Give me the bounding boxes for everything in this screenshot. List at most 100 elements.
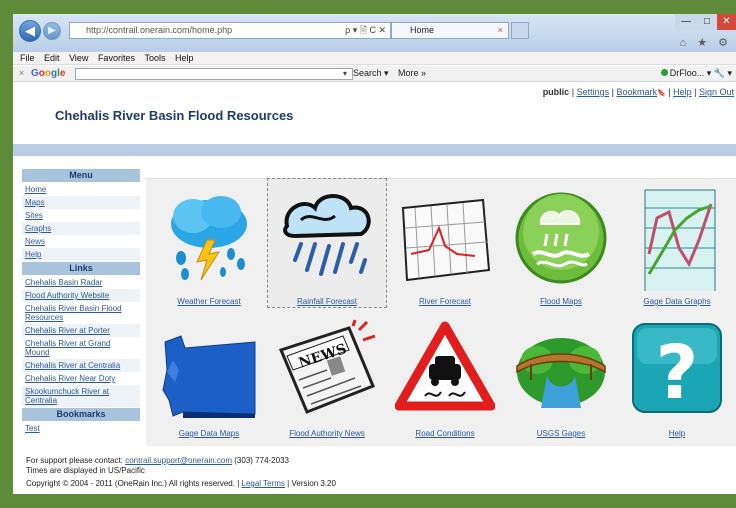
google-more-button[interactable]: More » bbox=[398, 66, 426, 81]
help-question-icon: ? bbox=[627, 317, 727, 423]
tile-label[interactable]: River Forecast bbox=[386, 297, 504, 306]
address-url: http://contrail.onerain.com/home.php bbox=[86, 25, 233, 35]
google-logo-letter: e bbox=[59, 68, 66, 79]
sidebar-link-flood-resources[interactable]: Chehalis River Basin Flood Resources bbox=[22, 302, 140, 324]
google-logo: Google bbox=[31, 66, 65, 81]
tile-label[interactable]: Flood Maps bbox=[502, 297, 620, 306]
sidebar-item-home[interactable]: Home bbox=[22, 183, 140, 196]
gage-graph-icon bbox=[627, 185, 727, 295]
forward-button[interactable]: ▶ bbox=[43, 22, 61, 40]
sign-out-link[interactable]: Sign Out bbox=[699, 87, 734, 97]
tile-label[interactable]: Flood Authority News bbox=[268, 429, 386, 438]
bridge-river-icon bbox=[511, 317, 611, 423]
tile-gage-data-maps[interactable]: Gage Data Maps bbox=[150, 313, 268, 441]
tile-label[interactable]: Road Conditions bbox=[386, 429, 504, 438]
sidebar-item-maps[interactable]: Maps bbox=[22, 196, 140, 209]
separator: | bbox=[571, 87, 575, 97]
sidebar-item-graphs[interactable]: Graphs bbox=[22, 222, 140, 235]
svg-text:?: ? bbox=[656, 330, 699, 416]
public-label: public bbox=[542, 87, 570, 97]
google-search-input[interactable] bbox=[75, 68, 353, 80]
tile-label[interactable]: Help bbox=[618, 429, 736, 438]
address-bar[interactable]: http://contrail.onerain.com/home.php ρ ▾… bbox=[69, 22, 391, 39]
slippery-road-sign-icon bbox=[394, 317, 496, 423]
tile-road-conditions[interactable]: Road Conditions bbox=[386, 313, 504, 441]
copyright-line: Copyright © 2004 - 2011 (OneRain Inc.) A… bbox=[26, 479, 336, 488]
flood-map-icon bbox=[511, 185, 611, 291]
google-search-button[interactable]: Search ▾ bbox=[353, 66, 389, 81]
tile-label[interactable]: Gage Data Maps bbox=[150, 429, 268, 438]
toolbar-icons[interactable]: ⌂ ★ ⚙ bbox=[680, 36, 732, 49]
tile-gage-data-graphs[interactable]: Gage Data Graphs bbox=[618, 181, 736, 309]
minimize-icon: — bbox=[681, 16, 691, 27]
tile-flood-maps[interactable]: Flood Maps bbox=[502, 181, 620, 309]
separator: | bbox=[668, 87, 671, 97]
google-toolbar-close-icon[interactable]: × bbox=[19, 66, 24, 81]
links-heading: Links bbox=[22, 262, 140, 275]
river-graph-icon bbox=[395, 185, 495, 291]
tile-label[interactable]: Weather Forecast bbox=[150, 297, 268, 306]
sidebar-item-help[interactable]: Help bbox=[22, 248, 140, 261]
menu-view[interactable]: View bbox=[69, 53, 88, 63]
support-email-link[interactable]: contrail.support@onerain.com bbox=[125, 456, 232, 465]
legal-terms-link[interactable]: Legal Terms bbox=[242, 479, 285, 488]
menu-heading: Menu bbox=[22, 169, 140, 182]
menu-help[interactable]: Help bbox=[175, 53, 194, 63]
menu-edit[interactable]: Edit bbox=[44, 53, 60, 63]
sidebar-item-news[interactable]: News bbox=[22, 235, 140, 248]
sidebar-link-grand-mound[interactable]: Chehalis River at Grand Mound bbox=[22, 337, 140, 359]
tile-help[interactable]: ? Help bbox=[618, 313, 736, 441]
sidebar-link-flood-authority[interactable]: Flood Authority Website bbox=[22, 289, 140, 302]
tab-close-icon[interactable]: × bbox=[498, 23, 503, 38]
sidebar-link-centralia[interactable]: Chehalis River at Centralia bbox=[22, 359, 140, 372]
wrench-icon[interactable]: 🔧 ▾ bbox=[714, 68, 732, 78]
support-phone: (303) 774-2033 bbox=[234, 456, 289, 465]
sidebar-item-sites[interactable]: Sites bbox=[22, 209, 140, 222]
sidebar-link-doty[interactable]: Chehalis River Near Doty bbox=[22, 372, 140, 385]
menu-tools[interactable]: Tools bbox=[144, 53, 165, 63]
bookmark-icon: 🔖 bbox=[656, 90, 666, 97]
menu-bar: File Edit View Favorites Tools Help bbox=[13, 52, 736, 65]
google-toolbar: × Google ▾ Search ▾ More » DrFloo... ▾ 🔧… bbox=[13, 66, 736, 82]
bookmark-link[interactable]: Bookmark bbox=[616, 87, 657, 97]
google-search-dropdown-icon[interactable]: ▾ bbox=[343, 66, 347, 81]
bookmarks-heading: Bookmarks bbox=[22, 408, 140, 421]
browser-window: ◀ ▶ http://contrail.onerain.com/home.php… bbox=[13, 14, 736, 494]
tile-label[interactable]: Rainfall Forecast bbox=[268, 297, 386, 306]
sidebar-link-skookumchuck[interactable]: Skookumchuck River at Centralia bbox=[22, 385, 140, 407]
sidebar: Menu Home Maps Sites Graphs News Help Li… bbox=[22, 168, 140, 435]
google-user-button[interactable]: DrFloo... ▾ bbox=[670, 68, 712, 78]
tile-flood-authority-news[interactable]: NEWS Flood Authority News bbox=[268, 313, 386, 441]
help-link[interactable]: Help bbox=[673, 87, 692, 97]
back-button[interactable]: ◀ bbox=[19, 20, 41, 42]
menu-file[interactable]: File bbox=[20, 53, 35, 63]
site-title: Chehalis River Basin Flood Resources bbox=[55, 108, 294, 123]
tile-label[interactable]: USGS Gages bbox=[502, 429, 620, 438]
browser-titlebar: ◀ ▶ http://contrail.onerain.com/home.php… bbox=[13, 14, 736, 52]
user-status-icon bbox=[660, 69, 668, 76]
address-bar-icons[interactable]: ρ ▾ 🗎 C ✕ bbox=[345, 23, 386, 38]
resource-grid: Weather Forecast Rainfall Forecast River… bbox=[146, 178, 736, 446]
sidebar-link-basin-radar[interactable]: Chehalis Basin Radar bbox=[22, 276, 140, 289]
new-tab-button[interactable] bbox=[511, 22, 529, 39]
close-window-button[interactable]: ✕ bbox=[717, 14, 736, 30]
minimize-button[interactable]: — bbox=[675, 14, 697, 30]
support-footer: For support please contact: contrail.sup… bbox=[26, 456, 289, 476]
weather-storm-icon bbox=[159, 185, 259, 291]
copyright-text: Copyright © 2004 - 2011 (OneRain Inc.) A… bbox=[26, 479, 235, 488]
tile-weather-forecast[interactable]: Weather Forecast bbox=[150, 181, 268, 309]
tab-home[interactable]: Home × bbox=[391, 22, 509, 39]
tile-usgs-gages[interactable]: USGS Gages bbox=[502, 313, 620, 441]
tile-label[interactable]: Gage Data Graphs bbox=[618, 297, 736, 306]
sidebar-link-porter[interactable]: Chehalis River at Porter bbox=[22, 324, 140, 337]
menu-favorites[interactable]: Favorites bbox=[98, 53, 135, 63]
settings-link[interactable]: Settings bbox=[577, 87, 610, 97]
sidebar-bookmark-test[interactable]: Test bbox=[22, 422, 140, 435]
tile-river-forecast[interactable]: River Forecast bbox=[386, 181, 504, 309]
maximize-button[interactable]: □ bbox=[697, 14, 717, 30]
tab-title: Home bbox=[410, 25, 435, 35]
version-text: Version 3.20 bbox=[291, 479, 336, 488]
tile-rainfall-forecast[interactable]: Rainfall Forecast bbox=[267, 178, 387, 308]
support-text: For support please contact: bbox=[26, 456, 123, 465]
back-arrow-icon: ◀ bbox=[25, 23, 35, 38]
